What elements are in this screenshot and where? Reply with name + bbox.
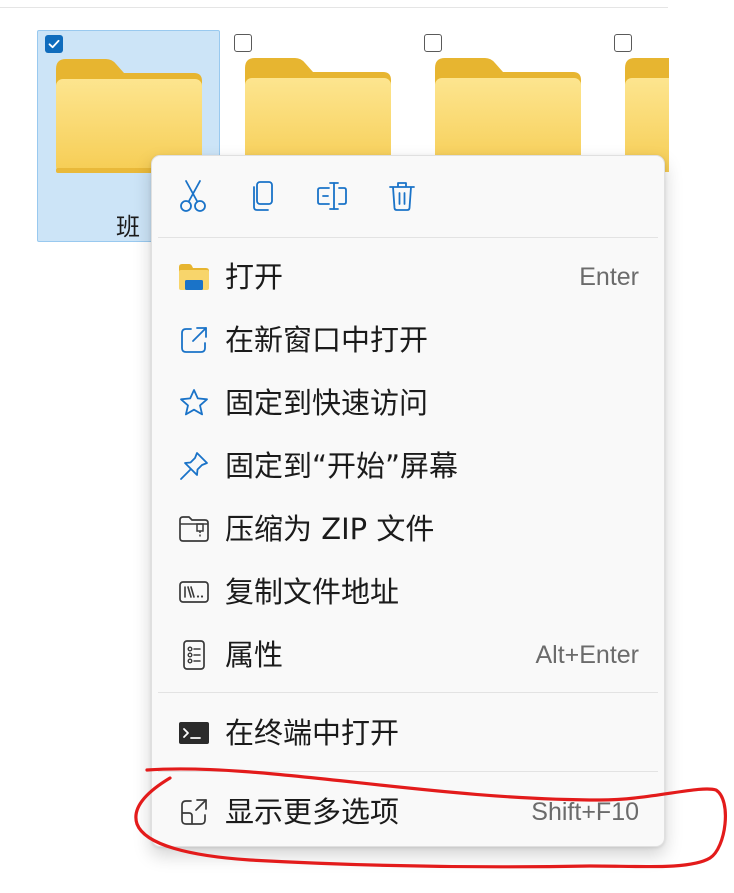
shortcut-label: Enter	[579, 263, 639, 291]
menu-item-label: 复制文件地址	[225, 575, 400, 609]
rename-button[interactable]	[310, 174, 354, 218]
menu-item-open-new-window[interactable]: 在新窗口中打开	[157, 312, 659, 368]
quick-actions-bar	[152, 156, 664, 236]
cut-button[interactable]	[171, 174, 215, 218]
show-more-icon	[181, 799, 207, 825]
selection-checkbox[interactable]	[234, 34, 252, 52]
menu-item-label: 固定到快速访问	[225, 386, 429, 420]
open-new-window-icon	[181, 327, 207, 353]
shortcut-label: Alt+Enter	[535, 641, 639, 669]
star-icon	[180, 389, 208, 416]
menu-item-pin-start[interactable]: 固定到“开始”屏幕	[157, 438, 659, 494]
menu-separator	[158, 771, 658, 772]
view-edge	[669, 0, 734, 893]
copy-icon	[253, 181, 273, 211]
terminal-icon	[179, 722, 209, 744]
menu-separator	[158, 237, 658, 238]
scissors-icon	[180, 180, 206, 212]
menu-item-open-terminal[interactable]: 在终端中打开	[157, 705, 659, 761]
delete-button[interactable]	[380, 174, 424, 218]
header-divider	[0, 7, 668, 8]
menu-item-pin-quick-access[interactable]: 固定到快速访问	[157, 375, 659, 431]
menu-item-label: 打开	[225, 260, 284, 294]
menu-item-open[interactable]: 打开 Enter	[157, 249, 659, 305]
menu-item-copy-path[interactable]: 复制文件地址	[157, 564, 659, 620]
copy-path-icon	[179, 581, 209, 603]
rename-icon	[317, 182, 347, 210]
pin-icon	[180, 452, 208, 480]
menu-item-label: 在终端中打开	[225, 716, 400, 750]
selection-checkbox[interactable]	[424, 34, 442, 52]
menu-item-label: 固定到“开始”屏幕	[225, 449, 459, 483]
menu-item-label: 在新窗口中打开	[225, 323, 429, 357]
menu-item-show-more-options[interactable]: 显示更多选项 Shift+F10	[157, 784, 659, 840]
menu-item-compress-zip[interactable]: 压缩为 ZIP 文件	[157, 501, 659, 557]
menu-item-properties[interactable]: 属性 Alt+Enter	[157, 627, 659, 683]
menu-separator	[158, 692, 658, 693]
menu-item-label: 显示更多选项	[225, 795, 400, 829]
selection-checkbox[interactable]	[45, 35, 63, 53]
explorer-view: 班 打开 Enter 在新窗口中打开 固定到快速访问 固定到“开始”屏幕 压缩为…	[0, 0, 734, 893]
menu-item-label: 压缩为 ZIP 文件	[225, 512, 435, 546]
trash-icon	[389, 182, 415, 211]
shortcut-label: Shift+F10	[531, 798, 639, 826]
menu-item-label: 属性	[225, 638, 284, 672]
copy-button[interactable]	[241, 174, 285, 218]
checkmark-icon	[48, 39, 60, 49]
properties-icon	[183, 640, 205, 670]
selection-checkbox[interactable]	[614, 34, 632, 52]
zip-icon	[179, 516, 209, 542]
context-menu: 打开 Enter 在新窗口中打开 固定到快速访问 固定到“开始”屏幕 压缩为 Z…	[151, 155, 665, 847]
folder-open-icon	[179, 264, 209, 290]
